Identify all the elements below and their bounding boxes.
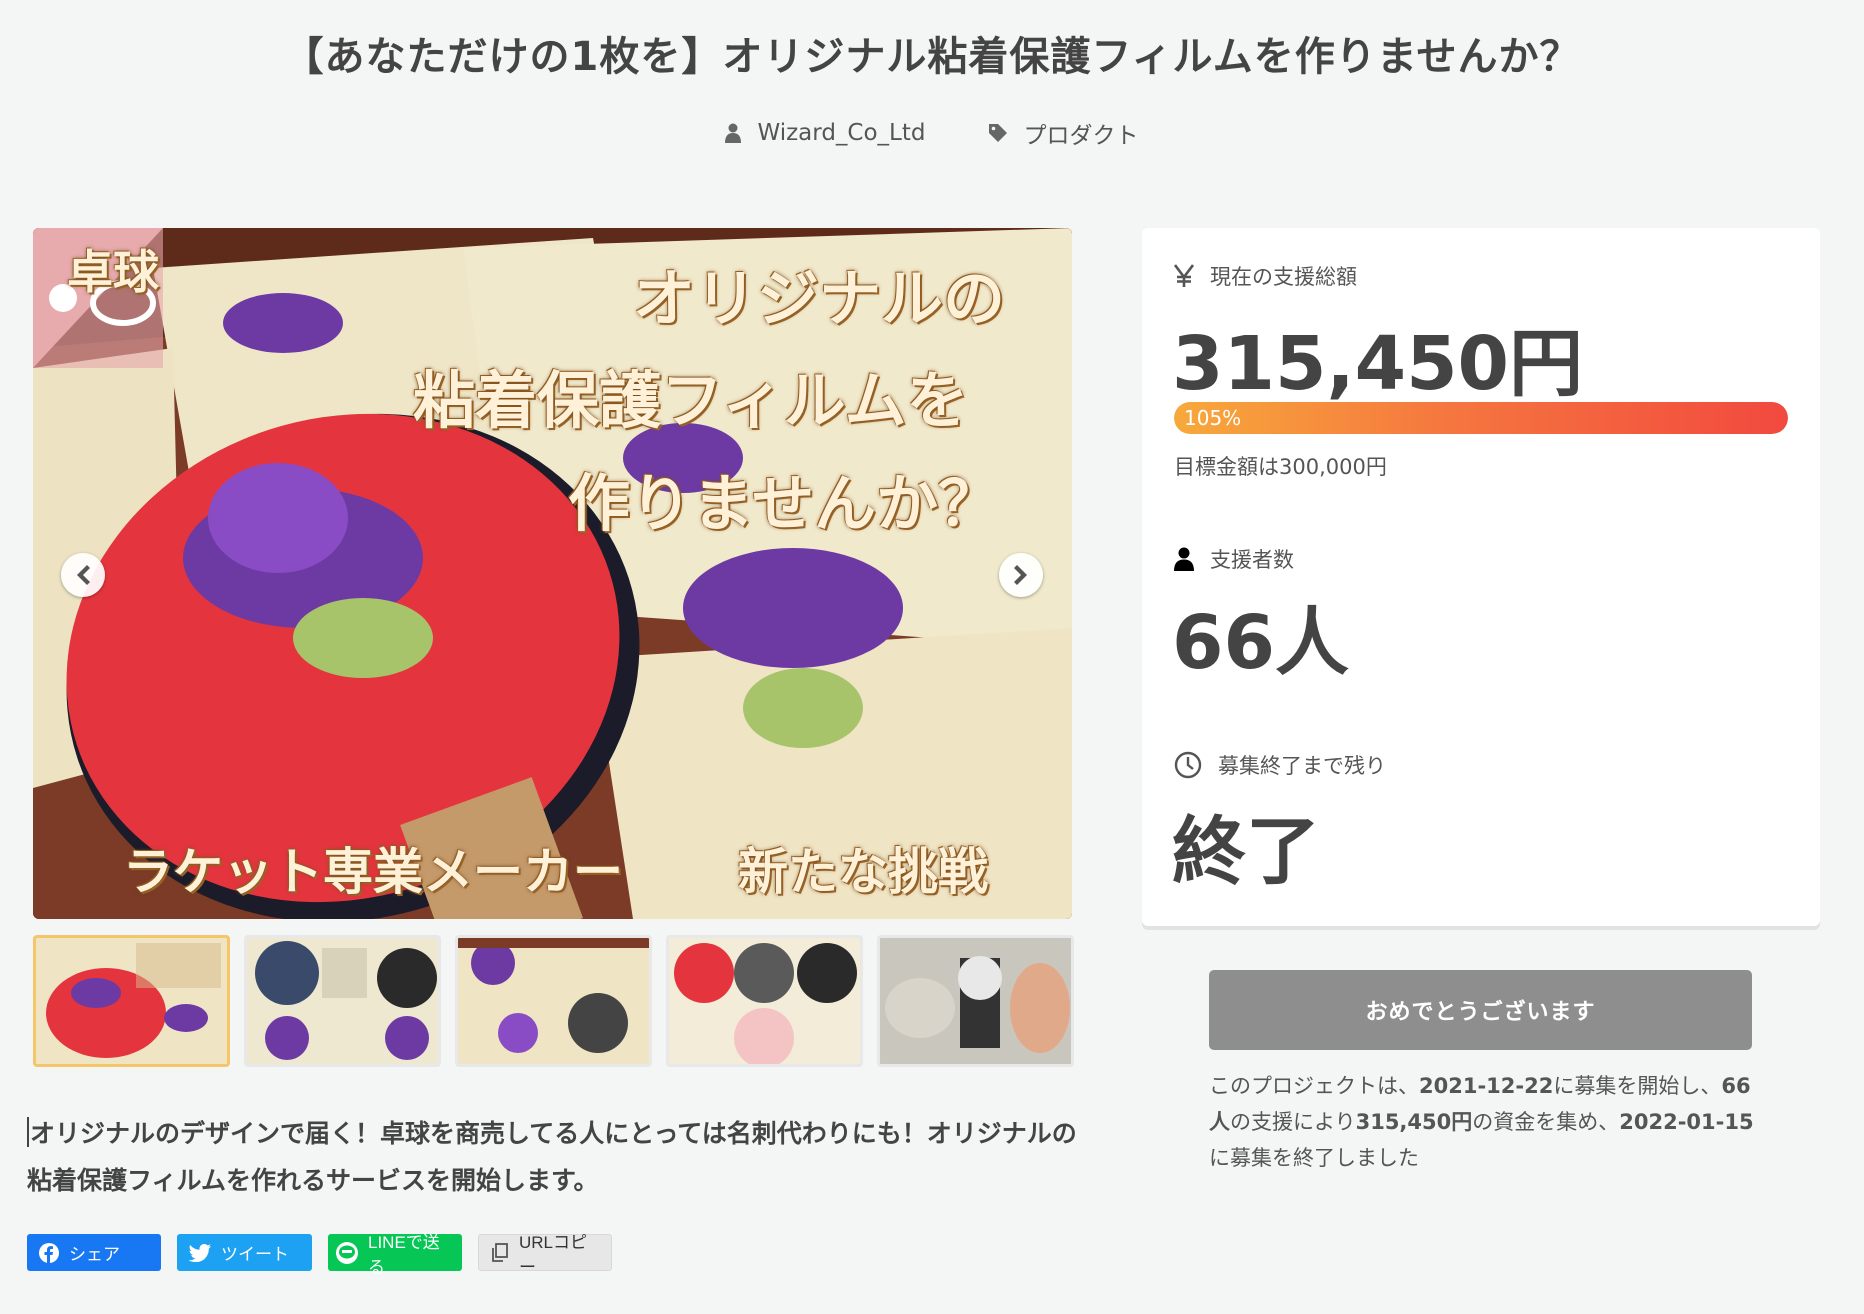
image-caption-line1: オリジナルの	[633, 262, 1006, 335]
thumbnail-1[interactable]	[33, 935, 230, 1067]
clock-icon	[1174, 751, 1202, 779]
url-copy-label: URLコピー	[519, 1232, 588, 1277]
chevron-left-icon	[77, 565, 90, 585]
prev-slide-button[interactable]	[61, 553, 105, 597]
line-share-label: LINEで送る	[368, 1232, 440, 1277]
congratulations-button[interactable]: おめでとうございます	[1209, 970, 1752, 1050]
summary-text-1: に募集を開始し、	[1553, 1074, 1722, 1098]
chevron-right-icon	[1014, 565, 1027, 585]
facebook-share-label: シェア	[69, 1245, 120, 1264]
summary-start-date: 2021-12-22	[1419, 1074, 1554, 1098]
total-amount-value: 315,450円	[1172, 321, 1584, 407]
image-corner-text: 卓球	[67, 245, 159, 299]
summary-suffix: に募集を終了しました	[1209, 1146, 1419, 1170]
funding-stats-card: 現在の支援総額 315,450円 105% 目標金額は300,000円 支援者数…	[1142, 228, 1820, 926]
summary-amount: 315,450円	[1355, 1110, 1473, 1134]
summary-end-date: 2022-01-15	[1619, 1110, 1754, 1134]
progress-percent: 105%	[1184, 406, 1242, 430]
project-meta: Wizard_Co_Ltd プロダクト	[0, 116, 1864, 150]
author-name: Wizard_Co_Ltd	[757, 120, 926, 146]
remaining-value: 終了	[1172, 809, 1320, 895]
thumbnail-4[interactable]	[666, 935, 863, 1067]
category-link[interactable]: プロダクト	[988, 116, 1139, 150]
funding-progress-bar: 105%	[1174, 402, 1788, 434]
line-icon	[336, 1241, 358, 1264]
image-caption-bottom-left: ラケット専業メーカー	[123, 843, 623, 901]
twitter-share-button[interactable]: ツイート	[177, 1234, 312, 1271]
project-title: 【あなただけの1枚を】オリジナル粘着保護フィルムを作りませんか？	[283, 34, 1581, 80]
backers-value: 66人	[1172, 600, 1349, 686]
summary-text-2: の支援により	[1230, 1110, 1356, 1134]
total-amount-label: 現在の支援総額	[1210, 265, 1357, 289]
summary-text-3: の資金を集め、	[1472, 1110, 1620, 1134]
thumbnail-2[interactable]	[244, 935, 441, 1067]
goal-amount: 目標金額は300,000円	[1174, 455, 1387, 479]
line-share-button[interactable]: LINEで送る	[328, 1233, 462, 1277]
twitter-share-label: ツイート	[221, 1245, 289, 1264]
user-icon	[725, 123, 742, 143]
project-summary: このプロジェクトは、2021-12-22に募集を開始し、66人の支援により315…	[1209, 1068, 1754, 1176]
thumbnail-strip	[33, 935, 1074, 1067]
progress-fill	[1174, 402, 1788, 434]
url-copy-button[interactable]: URLコピー	[478, 1233, 612, 1277]
project-description: オリジナルのデザインで届く！卓球を商売してる人にとっては名刺代わりにも！オリジナ…	[27, 1110, 1077, 1204]
total-amount-label-row: 現在の支援総額	[1174, 261, 1357, 291]
twitter-icon	[189, 1243, 211, 1262]
backers-label-row: 支援者数	[1174, 544, 1294, 574]
image-caption-line2: 粘着保護フィルムを	[413, 364, 969, 437]
yen-icon	[1174, 264, 1194, 287]
facebook-share-button[interactable]: シェア	[27, 1234, 161, 1271]
image-caption-bottom-right: 新たな挑戦	[738, 843, 988, 901]
copy-icon	[492, 1242, 508, 1262]
backers-label: 支援者数	[1210, 548, 1294, 572]
text-caret	[27, 1117, 29, 1147]
author-link[interactable]: Wizard_Co_Ltd	[725, 116, 926, 150]
facebook-icon	[39, 1242, 59, 1263]
remaining-label: 募集終了まで残り	[1218, 754, 1386, 778]
tag-icon	[988, 124, 1007, 142]
main-image-slider[interactable]: 卓球 オリジナルの 粘着保護フィルムを 作りませんか？ ラケット専業メーカー 新…	[33, 228, 1072, 919]
next-slide-button[interactable]	[999, 553, 1043, 597]
description-text: オリジナルのデザインで届く！卓球を商売してる人にとっては名刺代わりにも！オリジナ…	[27, 1119, 1077, 1195]
share-buttons: シェア ツイート LINEで送る URLコピー	[27, 1233, 612, 1277]
summary-prefix: このプロジェクトは、	[1209, 1074, 1419, 1098]
thumbnail-3[interactable]	[455, 935, 652, 1067]
user-icon	[1174, 547, 1194, 571]
image-caption-line3: 作りませんか？	[568, 467, 1001, 540]
thumbnail-5[interactable]	[877, 935, 1074, 1067]
category-name: プロダクト	[1023, 123, 1139, 149]
remaining-label-row: 募集終了まで残り	[1174, 750, 1386, 780]
